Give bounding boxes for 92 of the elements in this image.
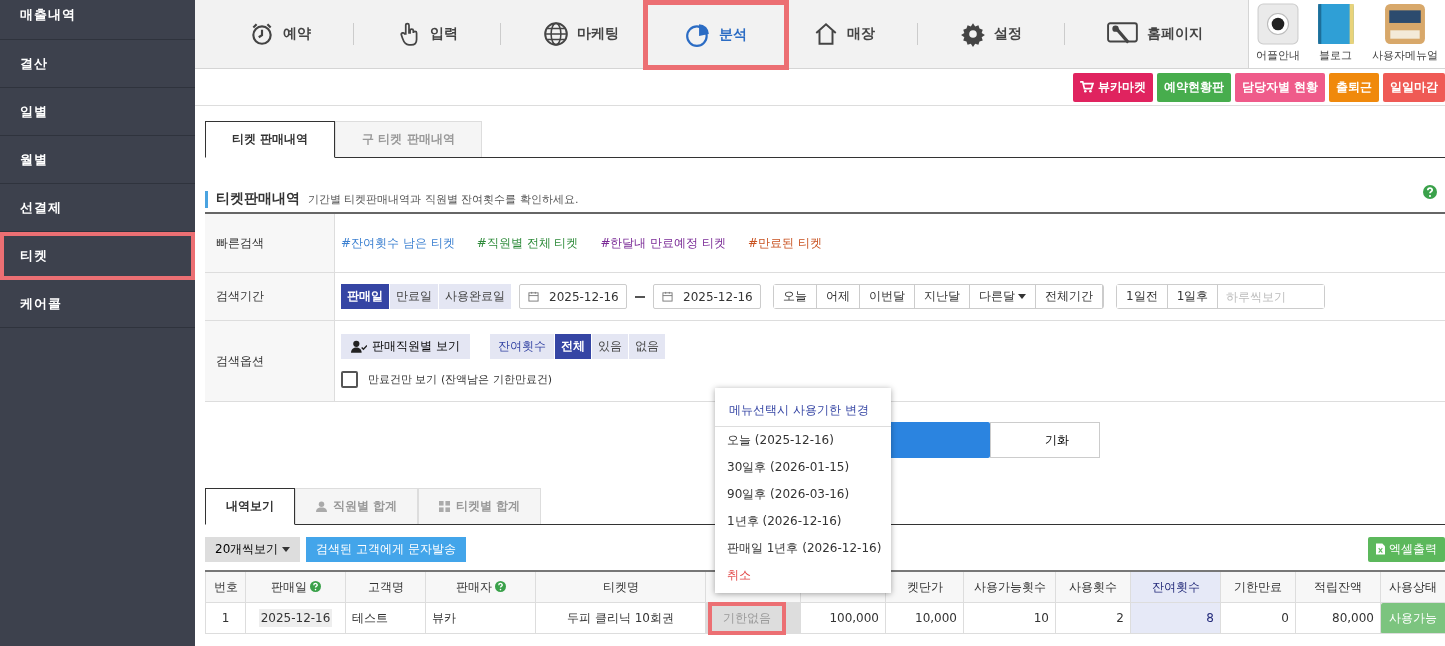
alarm-clock-icon xyxy=(249,21,275,47)
column-header: 잔여횟수 xyxy=(1130,571,1221,603)
range-button[interactable]: 오늘 xyxy=(774,285,817,308)
document-icon xyxy=(1376,543,1385,555)
remaining-count-label: 잔여횟수 xyxy=(489,334,554,359)
table-cell: 뷰카 xyxy=(432,610,456,625)
sidebar-item[interactable]: 티켓 xyxy=(0,232,195,280)
calendar-icon xyxy=(528,291,539,302)
date-type-toggle[interactable]: 판매일 xyxy=(341,284,389,309)
menu-item[interactable]: 90일후 (2026-03-16) xyxy=(715,481,891,508)
end-date-field[interactable]: 2025-12-16 xyxy=(653,284,761,309)
checkbox[interactable] xyxy=(341,371,358,388)
remaining-filter-toggle[interactable]: 있음 xyxy=(591,334,628,359)
quick-search-link[interactable]: #한달내 만료예정 티켓 xyxy=(600,234,727,252)
app-shortcut[interactable]: 블로그 xyxy=(1315,3,1357,63)
form-label: 검색기간 xyxy=(205,273,335,320)
nav-tab[interactable]: 매장 xyxy=(789,0,899,68)
menu-title: 메뉴선택시 사용기한 변경 xyxy=(715,388,891,427)
menu-item[interactable]: 판매일 1년후 (2026-12-16) xyxy=(715,535,891,562)
quick-search-link[interactable]: #만료된 티켓 xyxy=(748,234,822,252)
column-header: 번호 xyxy=(205,571,246,603)
column-header: 기한만료 xyxy=(1220,571,1296,603)
remaining-filter-toggle[interactable]: 전체 xyxy=(554,334,591,359)
nav-tab[interactable]: 분석 xyxy=(643,0,789,70)
staff-view-button[interactable]: 판매직원별 보기 xyxy=(341,334,470,359)
column-header: 켓단가 xyxy=(885,571,964,603)
tab[interactable]: 내역보기 xyxy=(205,488,295,525)
calendar-icon xyxy=(662,291,673,302)
column-header: 티켓명 xyxy=(535,571,706,603)
action-button[interactable]: 뷰카마켓 xyxy=(1072,72,1153,102)
column-header: 사용가능횟수 xyxy=(963,571,1056,603)
form-label: 검색옵션 xyxy=(205,321,335,401)
globe-icon xyxy=(543,21,569,47)
help-icon[interactable] xyxy=(309,580,321,592)
table-cell: 1 xyxy=(221,611,230,625)
menu-item[interactable]: 30일후 (2026-01-15) xyxy=(715,454,891,481)
user-check-icon xyxy=(351,340,367,353)
sidebar-item[interactable]: 월별 xyxy=(0,136,195,184)
sidebar-item[interactable]: 일별 xyxy=(0,88,195,136)
column-header: 고객명 xyxy=(345,571,426,603)
column-header: 적립잔액 xyxy=(1295,571,1381,603)
app-shortcut[interactable]: 사용자메뉴얼 xyxy=(1371,3,1438,63)
reset-button[interactable]: 기화 xyxy=(990,422,1100,458)
quick-search-link[interactable]: #잔여횟수 남은 티켓 xyxy=(341,234,455,252)
sale-date: 2025-12-16 xyxy=(258,609,333,627)
page-size-dropdown[interactable]: 20개씩보기 xyxy=(205,536,301,562)
column-header: 판매일 xyxy=(245,571,346,603)
table-cell: 100,000 xyxy=(829,611,879,625)
nav-tab[interactable]: 마케팅 xyxy=(519,0,643,68)
sidebar-item[interactable]: 선결제 xyxy=(0,184,195,232)
column-header: 사용횟수 xyxy=(1055,571,1131,603)
table-cell: 8 xyxy=(1206,611,1214,625)
table-cell: 0 xyxy=(1281,611,1289,625)
pie-chart-icon xyxy=(685,22,711,48)
cart-icon xyxy=(1079,81,1094,93)
grid-icon xyxy=(439,501,451,512)
menu-item[interactable]: 1년후 (2026-12-16) xyxy=(715,508,891,535)
form-label: 빠른검색 xyxy=(205,214,335,272)
nav-tab[interactable]: 설정 xyxy=(936,0,1046,68)
menu-item[interactable]: 오늘 (2025-12-16) xyxy=(715,427,891,454)
checkbox-label: 만료건만 보기 (잔액남은 기한만료건) xyxy=(368,372,553,387)
table-cell: 80,000 xyxy=(1332,611,1374,625)
nav-tab[interactable]: 입력 xyxy=(372,0,482,68)
nav-tab[interactable]: 홈페이지 xyxy=(1083,0,1227,68)
sidebar-item[interactable]: 케어콜 xyxy=(0,280,195,328)
app-shortcut[interactable]: 어플안내 xyxy=(1256,3,1301,63)
date-type-toggle[interactable]: 사용완료일 xyxy=(439,284,511,309)
table-cell: 2 xyxy=(1116,611,1124,625)
caret-icon xyxy=(282,546,291,552)
table-cell: 10 xyxy=(1033,611,1049,625)
drawer-cabinet-icon xyxy=(1383,3,1426,45)
person-icon xyxy=(316,501,327,512)
settings-icon xyxy=(960,21,986,47)
table-cell: 두피 클리닉 10회권 xyxy=(567,610,674,625)
table-cell: 10,000 xyxy=(915,611,957,625)
column-header: 판매자 xyxy=(425,571,536,603)
remaining-filter-toggle[interactable]: 없음 xyxy=(628,334,665,359)
section-title: 티켓판매내역 xyxy=(216,190,300,208)
date-type-toggle[interactable]: 만료일 xyxy=(390,284,438,309)
help-icon[interactable] xyxy=(1423,185,1437,199)
caret-icon xyxy=(1018,294,1026,299)
help-icon[interactable] xyxy=(494,580,506,592)
quick-search-link[interactable]: #직원별 전체 티켓 xyxy=(476,234,579,252)
house-icon xyxy=(813,21,839,47)
column-header: 사용상태 xyxy=(1380,571,1445,603)
tab[interactable]: 티켓 판매내역 xyxy=(205,121,336,158)
book-icon xyxy=(1315,3,1357,45)
table-cell: 테스트 xyxy=(352,610,388,625)
nav-tab[interactable]: 예약 xyxy=(225,0,335,68)
eye-icon xyxy=(1257,3,1300,45)
section-description: 기간별 티켓판매내역과 직원별 잔여횟수를 확인하세요. xyxy=(308,191,579,207)
start-date-field[interactable]: 2025-12-16 xyxy=(519,284,627,309)
